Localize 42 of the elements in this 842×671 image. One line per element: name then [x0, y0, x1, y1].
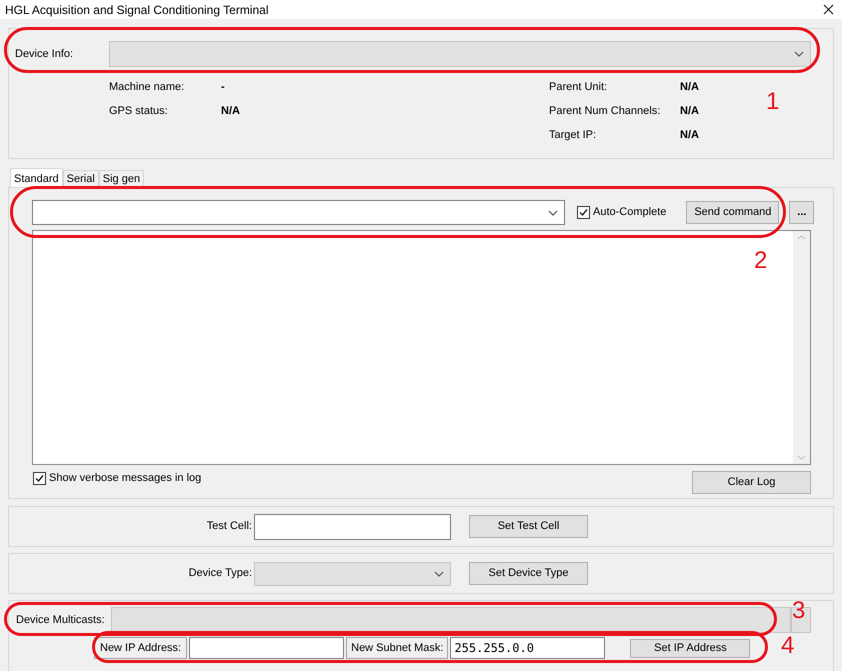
info-value: N/A — [680, 80, 700, 93]
info-label: Parent Num Channels: — [549, 104, 662, 117]
checkbox[interactable] — [33, 472, 46, 485]
checkbox-label: Show verbose messages in log — [49, 471, 202, 486]
field-label: Device Info: — [15, 46, 74, 62]
clear-log-button[interactable]: Clear Log — [692, 471, 811, 494]
window-title: HGL Acquisition and Signal Conditioning Terminal — [5, 2, 268, 18]
more-button[interactable]: ... — [789, 201, 814, 224]
annotation-number: 4 — [781, 633, 794, 659]
ip-address-input[interactable] — [189, 637, 344, 659]
annotation-number: 2 — [754, 248, 768, 274]
log-area[interactable] — [32, 230, 811, 465]
field-label: Test Cell: — [206, 519, 252, 534]
info-label: Target IP: — [549, 128, 598, 141]
annotation-number: 3 — [792, 598, 806, 624]
subnet-mask-input[interactable]: 255.255.0.0 — [450, 637, 606, 659]
chevron-down-icon — [434, 570, 444, 576]
checkbox-label: Auto-Complete — [593, 205, 666, 220]
chevron-down-icon — [548, 210, 558, 216]
tab[interactable]: Serial — [62, 170, 99, 187]
info-value: - — [221, 80, 226, 93]
send-command-button[interactable]: Send command — [686, 201, 780, 224]
annotation-number: 1 — [766, 89, 780, 115]
info-label: Machine name: — [109, 80, 186, 93]
info-value: N/A — [221, 104, 241, 117]
tab[interactable]: Standard — [10, 168, 63, 187]
field-label: Device Type: — [188, 566, 252, 582]
info-label: GPS status: — [109, 104, 169, 117]
set-test-cell-button[interactable]: Set Test Cell — [469, 515, 588, 538]
info-value: N/A — [680, 104, 700, 117]
chevron-down-icon — [794, 51, 804, 57]
field-label: New Subnet Mask: — [346, 637, 448, 659]
field-label: New IP Address: — [94, 637, 188, 659]
info-value: N/A — [680, 128, 700, 141]
set-ip-address-button[interactable]: Set IP Address — [630, 638, 750, 658]
test-cell-input[interactable] — [254, 514, 451, 540]
checkbox[interactable] — [577, 206, 590, 219]
command-dropdown[interactable] — [32, 200, 565, 225]
field-label: Device Multicasts: — [16, 612, 106, 628]
tab[interactable]: Sig gen — [98, 170, 144, 187]
close-icon[interactable] — [823, 4, 834, 15]
info-label: Parent Unit: — [549, 80, 608, 93]
